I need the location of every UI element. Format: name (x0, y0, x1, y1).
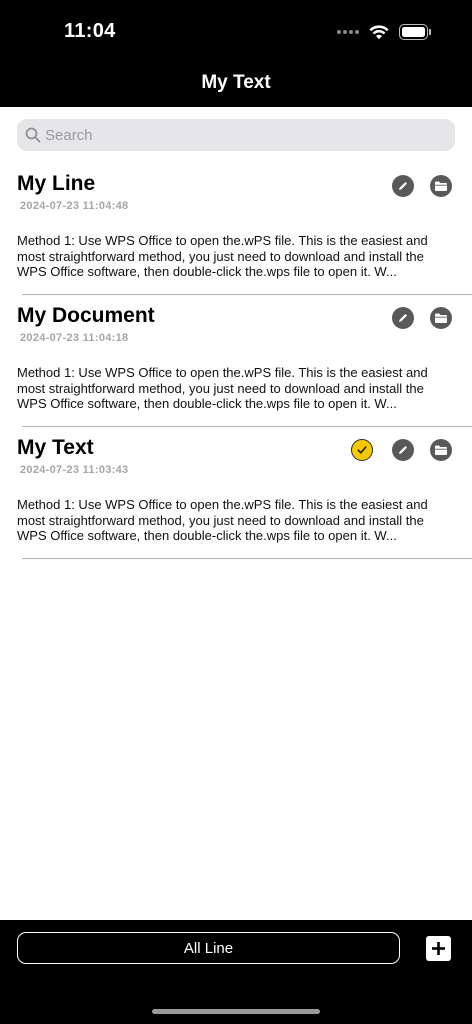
checkmark-icon (357, 446, 367, 454)
page-title: My Text (201, 72, 271, 93)
item-title: My Document (17, 304, 155, 327)
battery-icon (399, 24, 432, 40)
edit-button[interactable] (392, 439, 414, 461)
cellular-signal-icon (337, 30, 359, 34)
status-time: 11:04 (64, 20, 116, 42)
wifi-icon (369, 25, 389, 40)
status-indicators (337, 22, 432, 42)
home-indicator (152, 1009, 320, 1014)
search-input[interactable] (45, 126, 425, 144)
item-preview-text: Method 1: Use WPS Office to open the.wPS… (17, 233, 428, 280)
list-item[interactable]: My Line 2024-07-23 11:04:48 Method 1: Us… (0, 163, 472, 295)
item-date: 2024-07-23 11:04:18 (20, 332, 129, 344)
item-preview-text: Method 1: Use WPS Office to open the.wPS… (17, 365, 428, 412)
folder-icon (435, 181, 447, 191)
folder-button[interactable] (430, 175, 452, 197)
search-bar[interactable] (17, 119, 455, 151)
divider (22, 558, 472, 559)
add-button[interactable] (426, 936, 451, 961)
all-line-button[interactable]: All Line (17, 932, 400, 964)
selected-checkmark[interactable] (351, 439, 373, 461)
item-title: My Text (17, 436, 94, 459)
pencil-icon (399, 182, 407, 190)
header: 11:04 My Text (0, 0, 472, 107)
search-icon (25, 127, 41, 143)
folder-icon (435, 445, 447, 455)
plus-icon (432, 942, 445, 955)
item-title: My Line (17, 172, 96, 195)
pencil-icon (399, 446, 407, 454)
text-list: My Line 2024-07-23 11:04:48 Method 1: Us… (0, 163, 472, 559)
item-date: 2024-07-23 11:04:48 (20, 200, 129, 212)
edit-button[interactable] (392, 307, 414, 329)
folder-button[interactable] (430, 439, 452, 461)
pencil-icon (399, 314, 407, 322)
item-preview-text: Method 1: Use WPS Office to open the.wPS… (17, 497, 428, 544)
bottom-toolbar: All Line (0, 920, 472, 1024)
folder-icon (435, 313, 447, 323)
list-item[interactable]: My Document 2024-07-23 11:04:18 Method 1… (0, 295, 472, 427)
list-item[interactable]: My Text 2024-07-23 11:03:43 Method 1: Us… (0, 427, 472, 559)
edit-button[interactable] (392, 175, 414, 197)
item-date: 2024-07-23 11:03:43 (20, 464, 129, 476)
folder-button[interactable] (430, 307, 452, 329)
